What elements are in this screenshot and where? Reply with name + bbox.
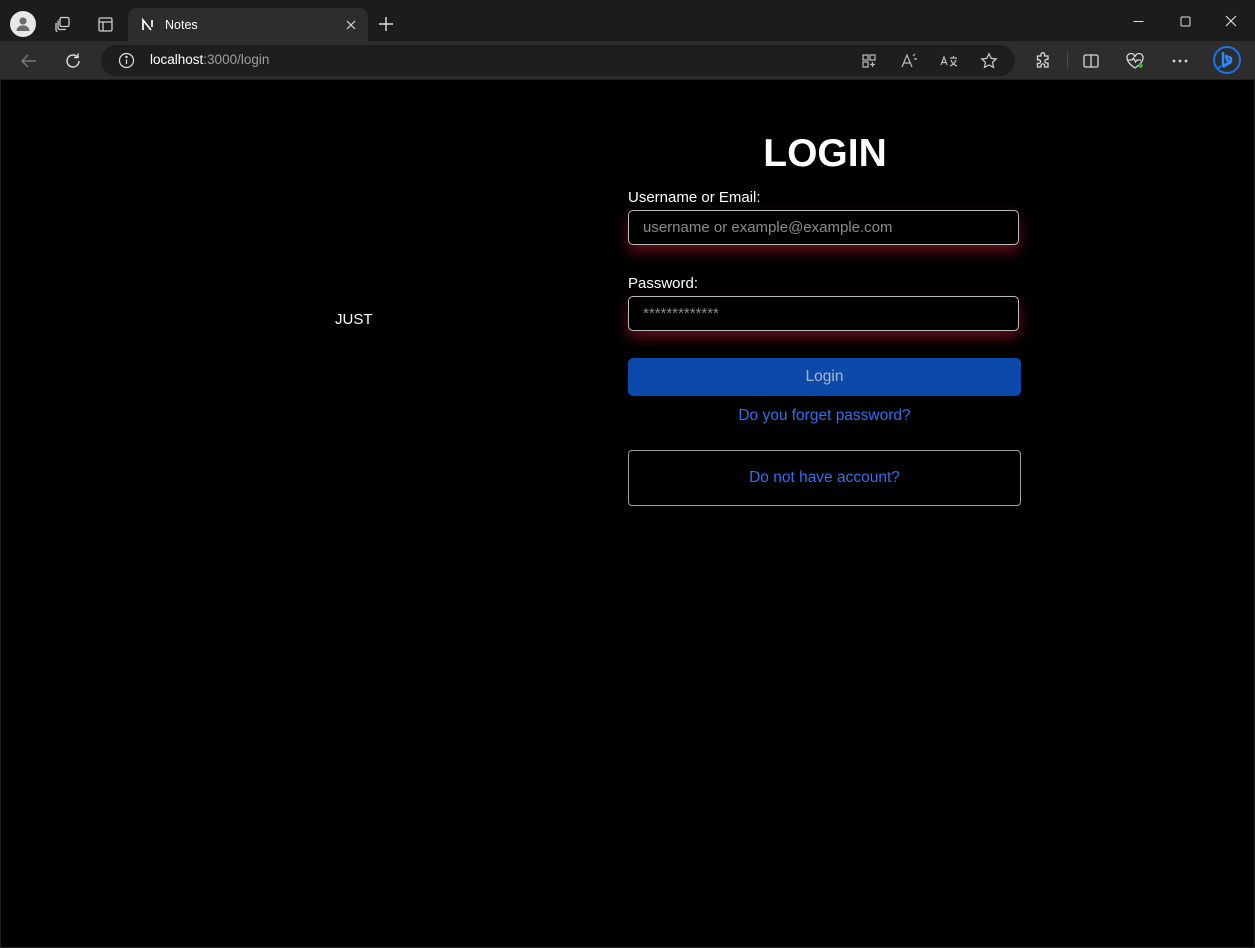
tab-notes[interactable]: Notes xyxy=(128,8,368,41)
new-tab-icon[interactable] xyxy=(376,14,396,34)
bing-copilot-icon[interactable] xyxy=(1212,45,1242,75)
favorite-star-icon[interactable] xyxy=(979,51,999,71)
page-content: JUST LOGIN Username or Email: Password: … xyxy=(1,80,1254,947)
minimize-icon[interactable] xyxy=(1127,10,1149,32)
back-arrow-icon[interactable] xyxy=(18,50,40,72)
page-title: LOGIN xyxy=(763,132,887,175)
signup-box: Do not have account? xyxy=(628,450,1021,506)
extensions-icon[interactable] xyxy=(1032,50,1054,72)
profile-avatar-icon[interactable] xyxy=(10,11,36,37)
password-input[interactable] xyxy=(641,304,1018,323)
read-aloud-icon[interactable] xyxy=(899,51,919,71)
browser-window: Notes localhost:3000/login JUST LOGIN Us… xyxy=(0,0,1255,948)
url-text[interactable]: localhost:3000/login xyxy=(150,52,269,67)
tab-title: Notes xyxy=(165,17,198,32)
login-button[interactable]: Login xyxy=(628,358,1021,396)
password-label: Password: xyxy=(628,275,699,292)
toolbar-separator xyxy=(1067,52,1068,69)
username-field[interactable] xyxy=(628,210,1019,245)
signup-link[interactable]: Do not have account? xyxy=(749,469,900,487)
username-label: Username or Email: xyxy=(628,189,761,206)
more-options-icon[interactable] xyxy=(1169,50,1191,72)
password-field[interactable] xyxy=(628,296,1019,331)
nextjs-favicon-icon xyxy=(140,17,156,33)
username-input[interactable] xyxy=(641,218,1018,237)
close-window-icon[interactable] xyxy=(1220,10,1242,32)
tab-bar: Notes xyxy=(0,0,1255,41)
tab-actions-icon[interactable] xyxy=(95,14,115,34)
split-screen-icon[interactable] xyxy=(1080,50,1102,72)
url-host: localhost xyxy=(150,52,204,67)
browser-essentials-icon[interactable] xyxy=(1124,50,1146,72)
refresh-icon[interactable] xyxy=(62,50,84,72)
side-text: JUST xyxy=(335,311,373,328)
forgot-password-link[interactable]: Do you forget password? xyxy=(628,407,1021,425)
close-tab-icon[interactable] xyxy=(343,17,359,33)
maximize-icon[interactable] xyxy=(1174,10,1196,32)
workspaces-icon[interactable] xyxy=(53,14,73,34)
translate-icon[interactable] xyxy=(939,51,959,71)
site-info-icon[interactable] xyxy=(118,52,135,69)
url-path: :3000/login xyxy=(203,52,270,67)
browser-toolbar: localhost:3000/login xyxy=(0,41,1255,79)
address-bar[interactable]: localhost:3000/login xyxy=(101,45,1015,76)
app-available-icon[interactable] xyxy=(859,51,879,71)
